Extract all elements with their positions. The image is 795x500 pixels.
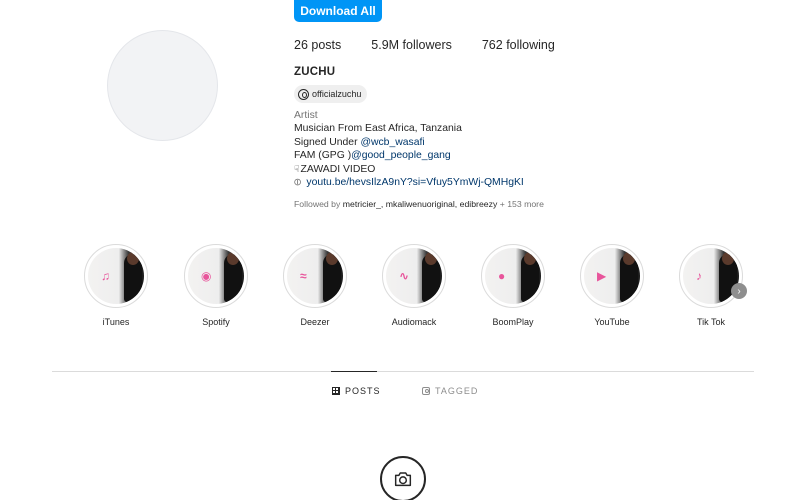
bio-line-4-text: ZAWADI VIDEO (300, 163, 376, 175)
followed-by-names[interactable]: metricier_, mkaliwenuoriginal, edibreezy (343, 199, 498, 209)
mention-wcb-wasafi[interactable]: @wcb_wasafi (360, 137, 424, 148)
deezer-icon: ≈ (300, 269, 307, 283)
highlight-label: YouTube (594, 317, 630, 327)
chevron-right-icon: › (737, 285, 741, 297)
mention-good-people-gang[interactable]: @good_people_gang (351, 150, 451, 161)
followers-count[interactable]: 5.9M followers (371, 38, 452, 52)
profile-avatar[interactable] (107, 30, 218, 141)
bio-line-1: Musician From East Africa, Tanzania (294, 123, 462, 135)
tab-posts-label: POSTS (345, 386, 381, 396)
bio-line-2-text: Signed Under (294, 136, 361, 148)
highlight-label: Tik Tok (696, 317, 725, 327)
followed-by-suffix[interactable]: + 153 more (497, 199, 544, 209)
profile-username: ZUCHU (294, 66, 336, 78)
grid-icon (332, 387, 340, 395)
highlight-boomplay[interactable]: ● BoomPlay (481, 244, 545, 327)
threads-icon (298, 88, 309, 100)
highlight-ring: ∿ (382, 244, 446, 308)
highlight-youtube[interactable]: ▶ YouTube (580, 244, 644, 327)
bio-line-3-text: FAM (GPG ) (294, 150, 352, 162)
highlight-cover: ▶ (584, 248, 640, 304)
active-tab-indicator (331, 371, 377, 372)
tab-posts[interactable]: POSTS (332, 386, 381, 396)
highlight-ring: ≈ (283, 244, 347, 308)
highlight-itunes[interactable]: ♫ iTunes (84, 244, 148, 327)
following-count[interactable]: 762 following (482, 38, 555, 52)
tab-tagged-label: TAGGED (435, 386, 479, 396)
highlight-spotify[interactable]: ◉ Spotify (184, 244, 248, 327)
highlight-cover: ● (485, 248, 541, 304)
highlights-next-button[interactable]: › (731, 283, 747, 299)
followed-by[interactable]: Followed by metricier_, mkaliwenuorigina… (294, 199, 544, 209)
bio-external-link[interactable]: ⊘ youtu.be/hevsIlzA9nY?si=Vfuy5YmWj-QMHg… (291, 176, 524, 190)
spotify-icon: ◉ (201, 269, 212, 283)
highlight-label: BoomPlay (492, 317, 534, 327)
tabs-divider (52, 371, 754, 372)
pointing-hand-icon: ☟ (294, 163, 300, 174)
highlight-audiomack[interactable]: ∿ Audiomack (382, 244, 446, 327)
highlight-cover: ∿ (386, 248, 442, 304)
highlight-cover: ◉ (188, 248, 244, 304)
highlight-label: iTunes (102, 317, 130, 327)
bio-line-4: ☟ZAWADI VIDEO (294, 163, 524, 176)
bio-category: Artist (294, 110, 318, 121)
camera-icon-circle (380, 456, 426, 500)
highlight-cover: ♪ (683, 248, 739, 304)
highlight-ring: ♪ (679, 244, 743, 308)
camera-icon (394, 472, 412, 487)
youtube-icon: ▶ (597, 269, 607, 283)
bio-line-2: Signed Under @wcb_wasafi (294, 136, 524, 149)
highlight-ring: ▶ (580, 244, 644, 308)
highlight-ring: ● (481, 244, 545, 308)
highlight-label: Deezer (300, 317, 330, 327)
highlight-label: Audiomack (391, 317, 437, 327)
posts-count[interactable]: 26 posts (294, 38, 341, 52)
tab-tagged[interactable]: TAGGED (422, 386, 478, 396)
highlight-cover: ♫ (88, 248, 144, 304)
threads-link-badge[interactable]: officialzuchu (294, 85, 368, 103)
tiktok-icon: ♪ (696, 269, 702, 283)
highlight-ring: ◉ (184, 244, 248, 308)
profile-stats: 26 posts 5.9M followers 762 following (294, 38, 585, 52)
profile-bio: Artist Musician From East Africa, Tanzan… (291, 109, 524, 190)
download-all-button[interactable]: Download All (294, 0, 382, 22)
bio-link-text[interactable]: youtu.be/hevsIlzA9nY?si=Vfuy5YmWj-QMHgKI (306, 176, 523, 189)
tagged-icon (422, 387, 430, 395)
music-note-icon: ♫ (101, 269, 110, 283)
link-icon: ⊘ (291, 175, 305, 190)
boomplay-icon: ● (498, 269, 506, 283)
highlight-deezer[interactable]: ≈ Deezer (283, 244, 347, 327)
highlight-ring: ♫ (84, 244, 148, 308)
highlight-label: Spotify (202, 317, 230, 327)
bio-line-3: FAM (GPG )@good_people_gang (294, 149, 524, 162)
followed-by-prefix: Followed by (294, 199, 343, 209)
highlight-cover: ≈ (287, 248, 343, 304)
story-highlights: ♫ iTunes ◉ Spotify ≈ Deezer ∿ Audiomack … (0, 244, 795, 334)
threads-handle: officialzuchu (312, 89, 362, 99)
audiomack-icon: ∿ (399, 269, 410, 283)
